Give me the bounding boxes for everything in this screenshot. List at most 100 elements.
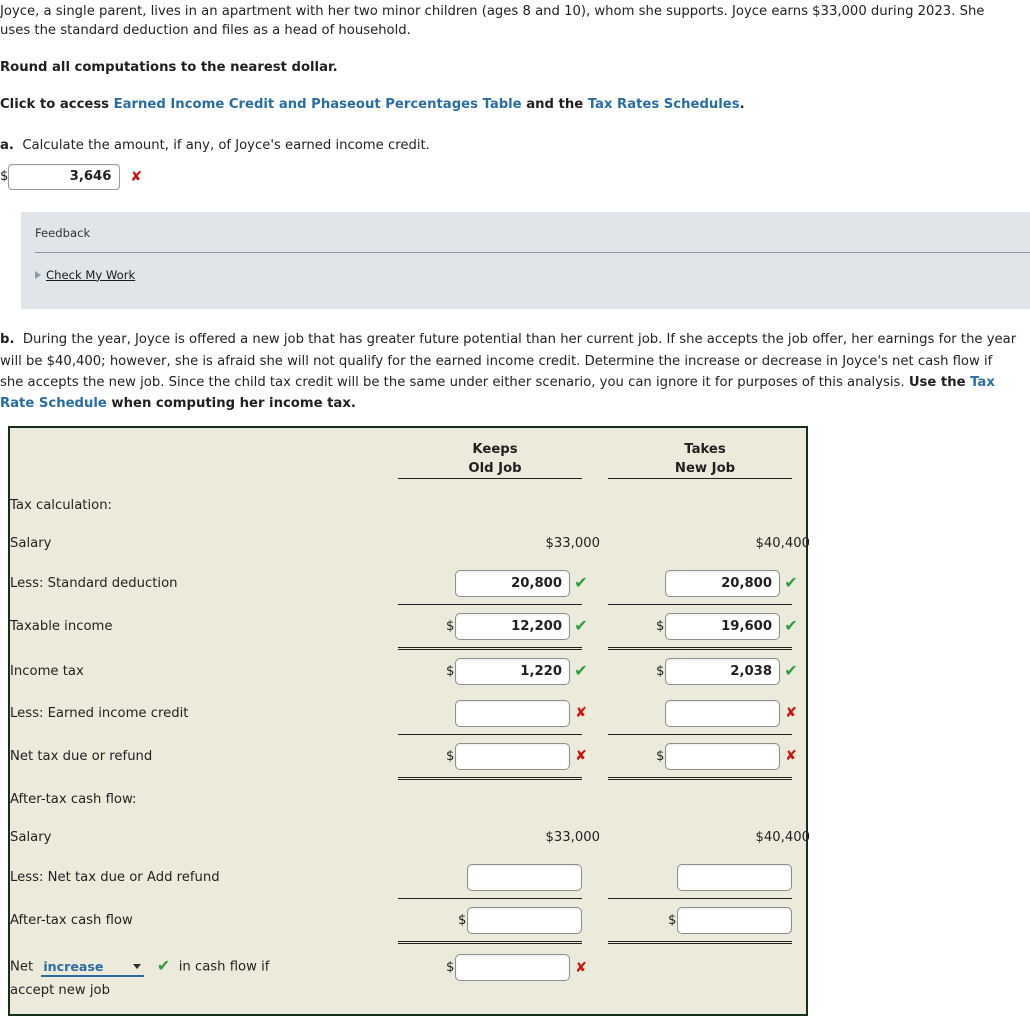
incorrect-icon: ✘ [130,168,143,185]
access-links-line: Click to access Earned Income Credit and… [0,79,1020,116]
incorrect-icon: ✘ [785,705,797,722]
access-suffix-text: . [739,97,745,113]
income-tax-old-input[interactable]: 1,220 [455,657,570,685]
income-tax-old-cell: $ 1,220 ✔ [390,650,600,692]
taxable-income-new-input[interactable]: 19,600 [665,612,780,640]
table-row: Salary $33,000 $40,400 [10,818,810,856]
net-change-row: Net increase ✔ in cash flow if $ ✘ [10,944,810,982]
net-change-select-wrapper[interactable]: increase [37,957,148,978]
table-row: Net tax due or refund $ ✘ $ ✘ [10,735,810,777]
net-change-select[interactable]: increase [41,958,145,978]
link-tax-rates-schedules[interactable]: Tax Rates Schedules [588,97,740,112]
dollar-prefix: $ [446,618,455,634]
taxable-income-new-cell: $ 19,600 ✔ [600,605,810,647]
dollar-prefix: $ [668,912,677,928]
part-a-answer-row: $ 3,646 ✘ [0,157,1020,190]
net-tax-due-new-cell: $ ✘ [600,735,810,777]
correct-icon: ✔ [574,616,588,636]
dollar-prefix: $ [656,663,665,679]
part-b-use-the: Use the [908,375,971,391]
correct-icon: ✔ [156,955,171,975]
feedback-panel: Feedback Check My Work [21,211,1030,310]
income-tax-new-input[interactable]: 2,038 [665,657,780,685]
earned-income-credit-old-input[interactable] [455,699,570,727]
incorrect-icon: ✘ [575,959,587,976]
part-b-text: During the year, Joyce is offered a new … [0,332,1017,391]
cash-salary-old-value: $33,000 [545,829,600,845]
taxable-income-old-input[interactable]: 12,200 [455,612,570,640]
net-change-suffix: in cash flow if [178,959,270,975]
less-net-tax-old-cell [390,856,600,898]
net-change-prefix: Net [10,959,34,975]
net-tax-due-old-input[interactable] [455,742,570,770]
income-tax-new-cell: $ 2,038 ✔ [600,650,810,692]
standard-deduction-old-cell: 20,800 ✔ [390,562,600,604]
part-a-dollar-sign: $ [0,169,9,185]
section-heading-after-tax-cash-flow: After-tax cash flow: [10,780,810,818]
header-old-job-line2: Old Job [468,460,522,476]
access-middle-text: and the [521,97,588,113]
salary-new-value: $40,400 [755,535,810,551]
table-header-row-1: Keeps Takes [10,440,810,459]
incorrect-icon: ✘ [575,748,587,765]
earned-income-credit-old-cell: ✘ [390,692,600,734]
table-row: Less: Earned income credit ✘ ✘ [10,692,810,734]
dollar-prefix: $ [656,618,665,634]
dollar-prefix: $ [446,960,455,975]
correct-icon: ✔ [574,661,588,681]
earned-income-credit-new-cell: ✘ [600,692,810,734]
row-label-cash-salary: Salary [10,829,52,845]
after-tax-cash-flow-new-cell: $ [600,899,810,941]
dollar-prefix: $ [458,912,467,928]
table-row: Income tax $ 1,220 ✔ $ 2,038 ✔ [10,650,810,692]
correct-icon: ✔ [784,573,798,593]
feedback-title: Feedback [35,225,91,240]
less-net-tax-new-input[interactable] [677,863,792,891]
correct-icon: ✔ [574,573,588,593]
part-a-answer-input[interactable]: 3,646 [8,163,121,190]
link-earned-income-credit-table[interactable]: Earned Income Credit and Phaseout Percen… [114,97,522,112]
row-label-standard-deduction: Less: Standard deduction [10,575,178,591]
net-change-value-cell: $ ✘ [390,944,600,982]
table-row: Less: Net tax due or Add refund [10,856,810,898]
earned-income-credit-new-input[interactable] [665,699,780,727]
net-change-second-line-row: accept new job [10,981,810,1000]
incorrect-icon: ✘ [575,705,587,722]
less-net-tax-new-cell [600,856,810,898]
part-b-question: b. During the year, Joyce is offered a n… [0,309,1030,417]
correct-icon: ✔ [784,661,798,681]
after-tax-cash-flow-old-input[interactable] [467,906,582,934]
header-old-job-line1: Keeps [472,441,518,457]
dollar-prefix: $ [656,748,665,764]
row-label-earned-income-credit: Less: Earned income credit [10,705,189,721]
dollar-prefix: $ [446,748,455,764]
worksheet-panel: Keeps Takes Old Job New Job Tax calculat… [8,425,810,1016]
row-label-income-tax: Income tax [10,663,84,679]
access-prefix-text: Click to access [0,97,114,113]
taxable-income-old-cell: $ 12,200 ✔ [390,605,600,647]
expand-triangle-icon[interactable] [35,270,41,279]
table-row: Taxable income $ 12,200 ✔ $ 19,600 ✔ [10,605,810,647]
net-change-label-cell: Net increase ✔ in cash flow if [10,944,390,981]
part-b-label: b. [0,332,15,348]
row-label-salary: Salary [10,535,52,551]
row-label-after-tax-cash-flow: After-tax cash flow [10,912,133,928]
less-net-tax-old-input[interactable] [467,863,582,891]
intro-section: Joyce, a single parent, lives in an apar… [0,0,1030,190]
table-row: Less: Standard deduction 20,800 ✔ 20,800… [10,562,810,604]
row-label-taxable-income: Taxable income [10,618,113,634]
standard-deduction-new-input[interactable]: 20,800 [665,569,780,597]
section-heading-tax-calculation: Tax calculation: [10,486,810,524]
net-change-input[interactable] [455,954,570,982]
section-label-tax: Tax calculation: [10,497,113,513]
net-tax-due-new-input[interactable] [665,742,780,770]
salary-old-value: $33,000 [545,535,600,551]
check-my-work-row[interactable]: Check My Work [21,253,1030,284]
standard-deduction-old-input[interactable]: 20,800 [455,569,570,597]
correct-icon: ✔ [784,616,798,636]
check-my-work-link[interactable]: Check My Work [46,267,135,284]
net-change-select-value: increase [43,958,104,974]
header-new-job-line2: New Job [674,460,736,476]
worksheet-table: Keeps Takes Old Job New Job Tax calculat… [10,440,810,1000]
after-tax-cash-flow-new-input[interactable] [677,906,792,934]
